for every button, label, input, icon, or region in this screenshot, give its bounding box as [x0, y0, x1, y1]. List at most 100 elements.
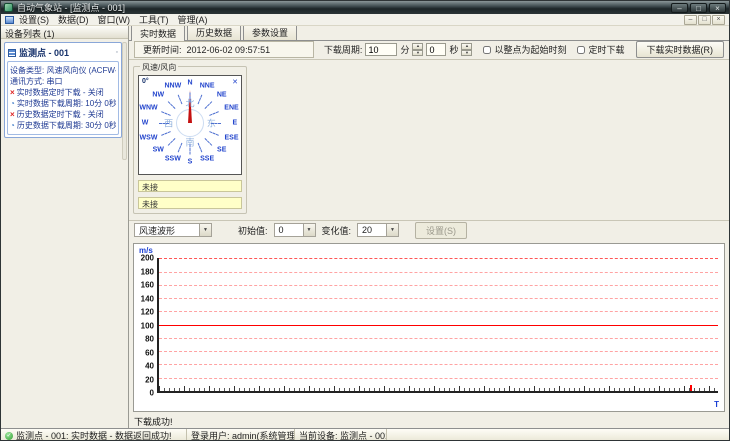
waveform-controls: 风速波形 ▼ 初始值: 0 ▼ 变化值: 20 ▼ 设置(S): [129, 219, 729, 241]
menu-window[interactable]: 窗口(W): [98, 13, 131, 26]
wind-direction-degrees: 0°: [142, 77, 149, 85]
timed-download-checkbox[interactable]: [577, 45, 586, 54]
pin-icon[interactable]: ▫: [116, 49, 118, 56]
y-tick-label: 60: [145, 348, 154, 358]
tab-bar: 实时数据 历史数据 参数设置: [129, 26, 729, 41]
minimize-button[interactable]: –: [671, 2, 688, 13]
y-tick-label: 40: [145, 361, 154, 371]
maximize-button[interactable]: □: [690, 2, 707, 13]
content-area: 设备列表 (1) 监测点 - 001 ▫ 设备类型: 风速风向仪 (ACFW-4…: [1, 26, 729, 428]
compass-tick: [189, 92, 191, 103]
change-value-select-value: 20: [362, 225, 373, 236]
menu-data[interactable]: 数据(D): [58, 13, 89, 26]
menu-admin[interactable]: 管理(A): [178, 13, 208, 26]
y-tick-label: 120: [140, 307, 154, 317]
cursor-marker: [690, 385, 693, 391]
compass-tick: [161, 110, 171, 116]
period-label: 下载周期:: [323, 45, 363, 56]
close-button[interactable]: ×: [709, 2, 726, 13]
change-value-select[interactable]: 20 ▼: [357, 223, 400, 238]
mdi-close-button[interactable]: ×: [712, 14, 725, 25]
chevron-down-icon[interactable]: ▼: [386, 224, 399, 237]
app-icon: [4, 3, 13, 12]
compass-direction-label: WNW: [139, 104, 158, 112]
hour-start-checkbox[interactable]: [483, 45, 492, 54]
current-device-text: 当前设备: 监测点 - 001: [299, 431, 387, 441]
wind-compass: 0° ✕ 北 南 东 西 N NNE NE ENE E ESE SE SSE S…: [138, 74, 242, 175]
chevron-down-icon[interactable]: ▼: [302, 224, 315, 237]
download-realtime-button[interactable]: 下载实时数据(R): [635, 41, 724, 59]
tab-history-data[interactable]: 历史数据: [187, 26, 242, 40]
set-button[interactable]: 设置(S): [415, 221, 468, 239]
realtime-timed-text: 实时数据定时下载 - 关闭: [16, 88, 104, 97]
gridline: [159, 271, 718, 273]
compass-tick: [209, 130, 219, 136]
compass-direction-label: W: [141, 119, 149, 127]
sidebar-scrollbar[interactable]: [122, 42, 127, 160]
toolbar: 更新时间: 2012-06-02 09:57:51 下载周期: 分 ▲ ▼ 秒 …: [129, 41, 729, 60]
login-user-text: 登录用户: admin(系统管理员): [191, 431, 295, 441]
seconds-spinner[interactable]: ▲ ▼: [461, 43, 473, 57]
compass-tick: [159, 122, 169, 124]
history-timed-line: × 历史数据定时下载 - 关闭: [10, 109, 116, 120]
timed-download-checkbox-row[interactable]: 定时下载: [577, 43, 625, 56]
change-value-label: 变化值:: [321, 225, 352, 236]
x-axis-label: T: [714, 400, 719, 409]
device-status-text: 监测点 - 001: 实时数据 - 数据返回成功!: [16, 431, 172, 441]
compass-direction-label: SSE: [200, 155, 215, 163]
wind-panel: 风速/风向 0° ✕ 北 南 东 西 N NNE NE ENE E ESE SE…: [133, 61, 247, 214]
realtime-period-text: 实时数据下载周期: 10分 0秒: [16, 99, 116, 108]
compass-tick: [204, 100, 213, 109]
device-card[interactable]: 监测点 - 001 ▫ 设备类型: 风速风向仪 (ACFW-4) 通讯方式: 串…: [4, 42, 122, 138]
statusbar-device-status: ✓ 监测点 - 001: 实时数据 - 数据返回成功!: [1, 429, 187, 441]
wind-direction-field: 未接: [138, 196, 242, 209]
device-info-box: 设备类型: 风速风向仪 (ACFW-4) 通讯方式: 串口 × 实时数据定时下载…: [7, 61, 119, 135]
spinner-down-icon[interactable]: ▼: [412, 49, 424, 57]
minutes-spinner[interactable]: ▲ ▼: [412, 43, 424, 57]
menu-tools[interactable]: 工具(T): [139, 13, 169, 26]
mdi-child-icon[interactable]: [5, 15, 14, 24]
gridline: [159, 351, 718, 353]
gridline: [159, 311, 718, 313]
initial-value-select-value: 0: [278, 225, 284, 236]
hour-start-checkbox-row[interactable]: 以整点为起始时刻: [483, 43, 566, 56]
gridline: [159, 337, 718, 339]
compass-direction-label: SE: [217, 146, 227, 154]
update-time-label: 更新时间:: [143, 45, 182, 56]
period-seconds-input[interactable]: [426, 43, 447, 57]
initial-value-select[interactable]: 0 ▼: [273, 223, 316, 238]
compass-tick: [209, 110, 219, 116]
compass-tick: [204, 137, 213, 146]
compass-direction-label: NE: [216, 91, 227, 99]
device-icon: [8, 48, 16, 57]
seconds-unit-label: 秒: [449, 45, 459, 56]
mdi-restore-button[interactable]: □: [698, 14, 711, 25]
mdi-minimize-button[interactable]: –: [684, 14, 697, 25]
x-icon: ×: [10, 110, 15, 119]
waveform-select[interactable]: 风速波形 ▼: [134, 223, 212, 238]
spinner-down-icon[interactable]: ▼: [461, 49, 473, 57]
device-card-title[interactable]: 监测点 - 001 ▫: [6, 44, 120, 60]
waveform-select-value: 风速波形: [139, 225, 176, 236]
tab-parameter-settings[interactable]: 参数设置: [243, 26, 298, 40]
comm-mode-line: 通讯方式: 串口: [10, 76, 116, 87]
compass-tick: [189, 144, 191, 155]
chevron-down-icon[interactable]: ▼: [199, 224, 211, 237]
y-tick-label: 140: [140, 294, 154, 304]
clock-icon: ◔: [10, 121, 15, 130]
wind-panel-title: 风速/风向: [140, 61, 179, 73]
chart-plot: [157, 258, 718, 393]
device-type-line: 设备类型: 风速风向仪 (ACFW-4): [10, 65, 116, 76]
realtime-timed-line: × 实时数据定时下载 - 关闭: [10, 87, 116, 98]
menu-bar: 设置(S) 数据(D) 窗口(W) 工具(T) 管理(A) – □ ×: [1, 14, 729, 26]
y-tick-label: 20: [145, 375, 154, 385]
hour-start-label: 以整点为起始时刻: [494, 45, 567, 56]
compass-tick: [211, 122, 221, 124]
history-timed-text: 历史数据定时下载 - 关闭: [16, 110, 104, 119]
period-minutes-input[interactable]: [365, 43, 398, 57]
compass-tick: [161, 130, 171, 136]
chart-ytick-gutter: 200 180 160 140 120 100 80 60 40 20 0: [136, 254, 155, 398]
success-icon: ✓: [5, 431, 13, 440]
menu-settings[interactable]: 设置(S): [19, 13, 49, 26]
tab-realtime-data[interactable]: 实时数据: [131, 26, 186, 41]
